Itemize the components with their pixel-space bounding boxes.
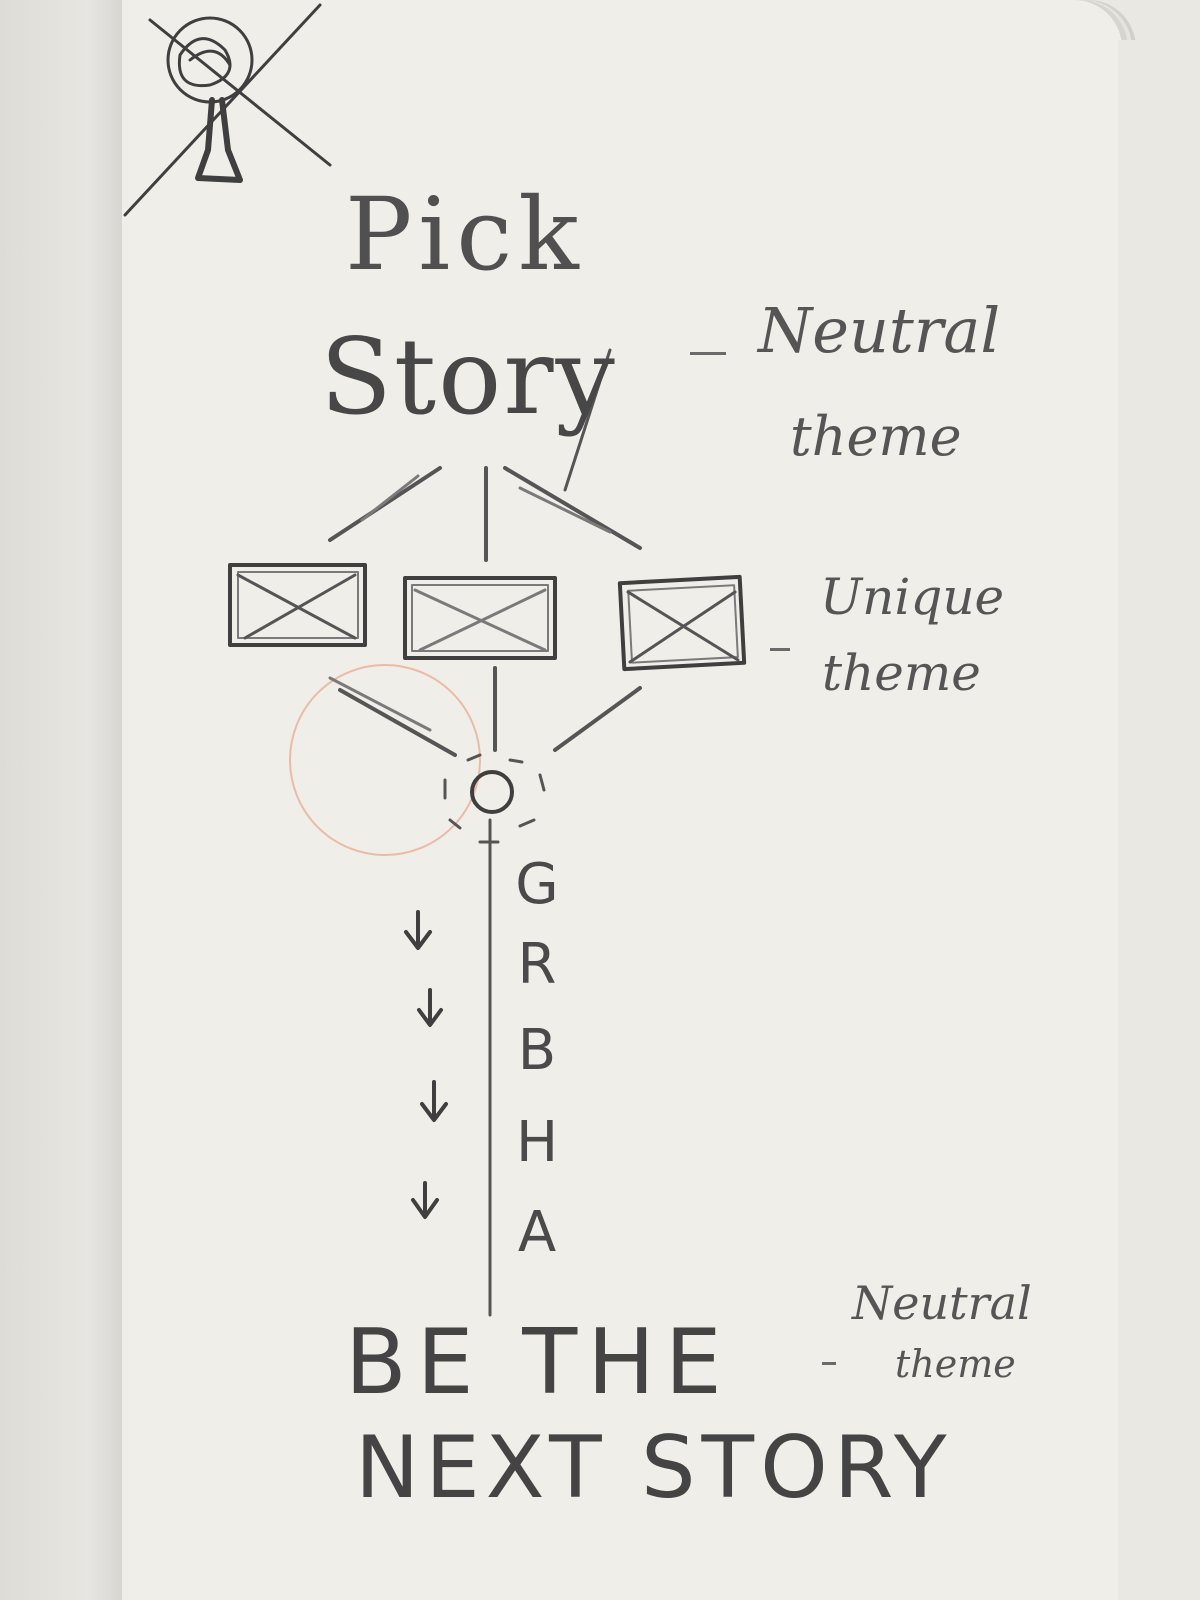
down-arrow-icon [411,1181,439,1219]
bottom-line-1: BE THE [345,1310,732,1415]
option-box-2 [403,576,557,660]
tree-icon [123,3,332,217]
note-dash [770,648,790,651]
branch-lines-bottom [328,666,642,757]
note-dash [822,1362,836,1365]
title-line-1: Pick [345,176,585,293]
notebook-photo: Pick Story Neutral theme Unique theme G … [0,0,1200,1600]
step-letter: G [515,852,559,917]
step-letter: R [517,932,557,997]
down-arrow-icon [417,988,443,1027]
step-letter: A [517,1200,557,1265]
bottom-line-2: NEXT STORY [355,1418,953,1518]
step-letter: H [515,1110,559,1175]
step-letter: B [517,1018,557,1083]
title-line-2: Story [320,316,617,438]
down-arrow-icon [420,1080,448,1122]
hub-circle-icon [443,753,546,844]
stain-circle [289,664,481,856]
note-dash [690,352,726,355]
option-box-3 [617,574,747,672]
option-box-1 [228,563,367,647]
title-note-line-1: Neutral [758,294,1001,367]
down-arrow-icon [404,910,432,950]
options-note-line-1: Unique [820,568,1005,626]
bottom-note-line-2: theme [895,1342,1016,1386]
options-note-line-2: theme [822,644,981,702]
bottom-note-line-1: Neutral [852,1276,1032,1330]
title-note-line-2: theme [790,405,962,468]
